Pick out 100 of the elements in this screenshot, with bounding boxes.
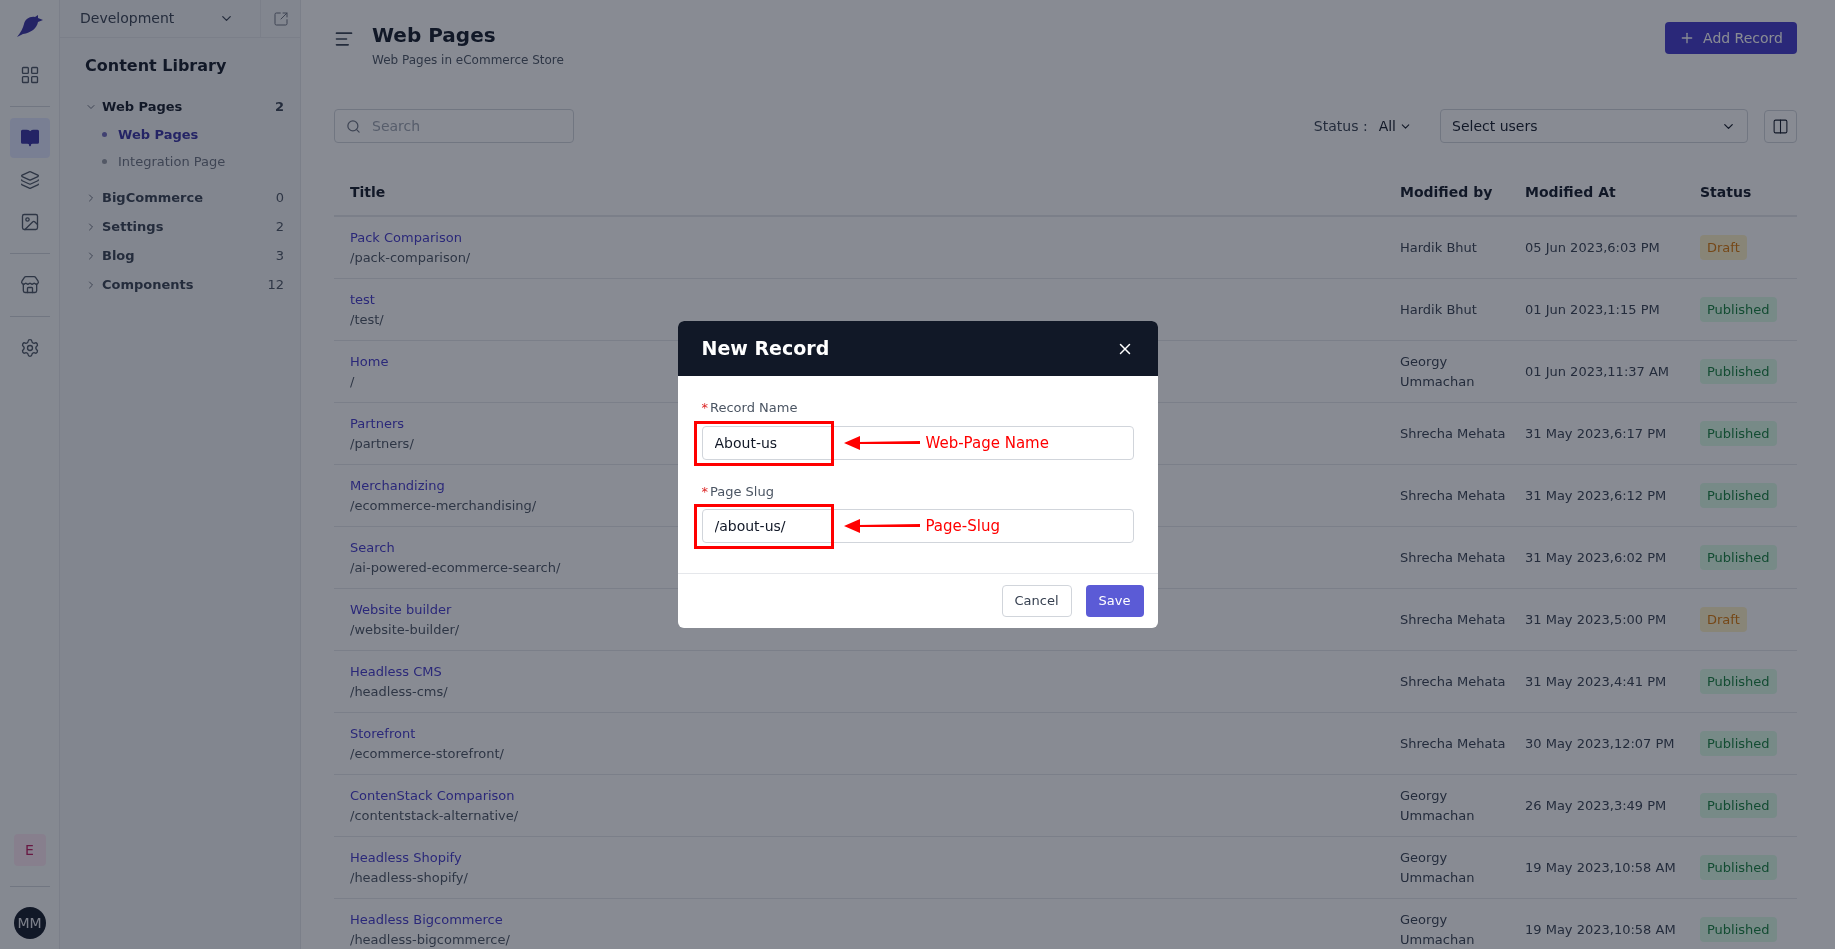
tree-item[interactable]: Web Pages 2 xyxy=(60,92,300,121)
modifier-name: Shrecha Mehata xyxy=(1399,486,1507,505)
status-badge: Published xyxy=(1700,668,1777,695)
modifier-name: Shrecha Mehata xyxy=(1399,424,1507,443)
title-link[interactable]: Headless Shopify xyxy=(350,848,462,868)
field-label: Page Slug xyxy=(710,482,774,501)
user-avatar[interactable]: MM xyxy=(13,907,46,939)
column-header: Status xyxy=(1699,182,1753,202)
modifier-name: Georgy Ummachan xyxy=(1399,787,1476,825)
modifier-name: Shrecha Mehata xyxy=(1399,672,1507,691)
modifier-name: Shrecha Mehata xyxy=(1399,734,1507,753)
environment-select[interactable]: Development xyxy=(60,0,260,37)
tree-subitem[interactable]: Integration Page xyxy=(60,148,300,175)
status-label: Status : xyxy=(1313,116,1368,136)
title-link[interactable]: Merchandizing xyxy=(350,476,445,496)
dialog-title: New Record xyxy=(701,336,830,362)
annotation-text: Page-Slug xyxy=(925,516,1000,537)
users-select[interactable]: Select users xyxy=(1440,109,1748,143)
dashboard-icon xyxy=(19,65,40,85)
columns-button[interactable] xyxy=(1764,109,1797,143)
tree-subitem[interactable]: Web Pages xyxy=(60,121,300,148)
page-slug: /ai-powered-ecommerce-search/ xyxy=(350,558,561,577)
modified-date: 31 May 2023,6:02 PM xyxy=(1524,548,1668,567)
bird-logo[interactable] xyxy=(14,14,45,38)
modifier-name: Georgy Ummachan xyxy=(1399,911,1476,949)
column-header: Modified At xyxy=(1524,182,1617,202)
title-link[interactable]: Headless Bigcommerce xyxy=(350,910,503,930)
title-link[interactable]: ContenStack Comparison xyxy=(350,786,515,806)
status-badge: Published xyxy=(1700,544,1777,571)
store-icon xyxy=(19,275,40,295)
tree-item[interactable]: Settings 2 xyxy=(60,212,300,241)
add-record-button[interactable]: Add Record xyxy=(1665,22,1797,54)
title-link[interactable]: Home xyxy=(350,352,389,372)
annotation-text: Web-Page Name xyxy=(925,432,1049,454)
book-icon xyxy=(19,128,40,148)
modified-date: 19 May 2023,10:58 AM xyxy=(1524,858,1677,877)
title-link[interactable]: test xyxy=(350,290,375,310)
status-badge: Published xyxy=(1700,296,1777,323)
required-mark: * xyxy=(701,482,708,501)
status-filter[interactable]: All xyxy=(1378,115,1412,137)
modified-date: 30 May 2023,12:07 PM xyxy=(1524,734,1676,753)
title-link[interactable]: Storefront xyxy=(350,724,416,744)
page-slug: /ecommerce-merchandising/ xyxy=(350,496,537,515)
page-subtitle: Web Pages in eCommerce Store xyxy=(372,52,564,69)
tree-item[interactable]: BigCommerce 0 xyxy=(60,183,300,212)
column-header: Modified by xyxy=(1399,182,1494,202)
title-link[interactable]: Pack Comparison xyxy=(350,228,462,248)
menu-icon[interactable] xyxy=(334,29,354,49)
status-badge: Published xyxy=(1700,420,1777,447)
modified-date: 01 Jun 2023,11:37 AM xyxy=(1524,362,1671,381)
status-badge: Published xyxy=(1700,854,1777,881)
modifier-name: Shrecha Mehata xyxy=(1399,548,1507,567)
modified-date: 31 May 2023,4:41 PM xyxy=(1524,672,1668,691)
column-header: Title xyxy=(349,182,387,202)
page-slug: /partners/ xyxy=(350,434,414,453)
rail-button[interactable] xyxy=(9,118,50,158)
title-link[interactable]: Partners xyxy=(350,414,405,434)
modified-date: 31 May 2023,6:17 PM xyxy=(1524,424,1668,443)
layers-icon xyxy=(19,170,40,190)
modified-date: 31 May 2023,6:12 PM xyxy=(1524,486,1668,505)
modifier-name: Georgy Ummachan xyxy=(1399,849,1476,887)
page-slug: /test/ xyxy=(350,310,384,329)
page-slug: /contentstack-alternative/ xyxy=(350,806,519,825)
workspace-badge[interactable]: E xyxy=(13,834,46,866)
modifier-name: Georgy Ummachan xyxy=(1399,353,1476,391)
status-badge: Published xyxy=(1700,916,1777,943)
external-link-icon xyxy=(272,10,289,27)
modified-date: 05 Jun 2023,6:03 PM xyxy=(1524,238,1661,257)
field-label: Record Name xyxy=(710,399,798,417)
status-badge: Published xyxy=(1700,792,1777,819)
status-badge: Draft xyxy=(1700,606,1747,633)
page-slug: /ecommerce-storefront/ xyxy=(350,744,504,763)
modified-date: 26 May 2023,3:49 PM xyxy=(1524,796,1668,815)
page-slug: /website-builder/ xyxy=(350,620,460,639)
title-link[interactable]: Website builder xyxy=(350,600,452,620)
status-badge: Published xyxy=(1700,358,1777,385)
sidebar-title: Content Library xyxy=(85,55,228,77)
title-link[interactable]: Headless CMS xyxy=(350,662,442,682)
modifier-name: Shrecha Mehata xyxy=(1399,610,1507,629)
modified-date: 31 May 2023,5:00 PM xyxy=(1524,610,1668,629)
page-slug: /headless-shopify/ xyxy=(350,868,468,887)
page-slug: /headless-cms/ xyxy=(350,682,448,701)
image-icon xyxy=(19,212,40,232)
settings-icon xyxy=(19,338,40,358)
page-title: Web Pages xyxy=(372,22,497,48)
modified-date: 19 May 2023,10:58 AM xyxy=(1524,920,1677,939)
page-slug: / xyxy=(350,372,355,391)
required-mark: * xyxy=(701,399,708,417)
cancel-button[interactable]: Cancel xyxy=(1001,585,1072,617)
tree-item[interactable]: Blog 3 xyxy=(60,241,300,270)
modifier-name: Hardik Bhut xyxy=(1399,238,1478,257)
page-slug: /headless-bigcommerce/ xyxy=(350,930,510,949)
tree-item[interactable]: Components 12 xyxy=(60,270,300,299)
title-link[interactable]: Search xyxy=(350,538,395,558)
modified-date: 01 Jun 2023,1:15 PM xyxy=(1524,300,1661,319)
status-badge: Published xyxy=(1700,482,1777,509)
status-badge: Draft xyxy=(1700,234,1747,261)
page-slug: /pack-comparison/ xyxy=(350,248,471,267)
save-button[interactable]: Save xyxy=(1085,585,1144,617)
status-badge: Published xyxy=(1700,730,1777,757)
